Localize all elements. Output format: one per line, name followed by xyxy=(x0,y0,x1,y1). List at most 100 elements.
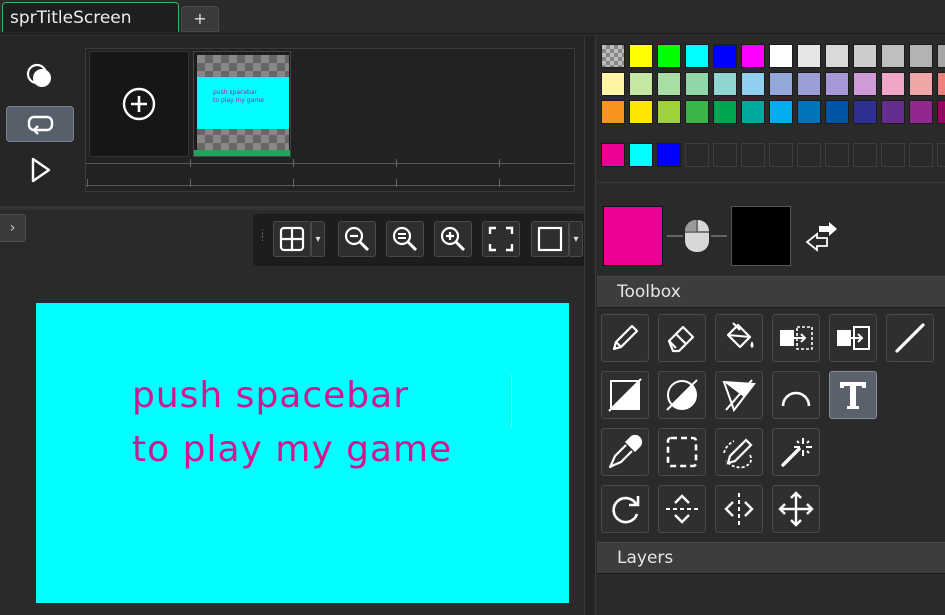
eyedropper-tool[interactable] xyxy=(601,428,649,476)
add-frame-button[interactable] xyxy=(89,51,189,157)
primary-color-swatch[interactable] xyxy=(603,206,663,266)
palette-swatch[interactable] xyxy=(601,143,625,167)
palette-swatch[interactable] xyxy=(629,72,653,96)
tab-sprite-editor[interactable]: sprTitleScreen xyxy=(2,2,179,32)
add-tab-button[interactable]: + xyxy=(181,6,219,32)
palette-swatch[interactable] xyxy=(629,100,653,124)
toolbox-header[interactable]: Toolbox xyxy=(597,276,945,308)
palette-swatch[interactable] xyxy=(685,44,709,68)
palette-swatch[interactable] xyxy=(769,100,793,124)
palette-swatch[interactable] xyxy=(853,72,877,96)
palette-swatch[interactable] xyxy=(909,100,933,124)
copy-selection-tool[interactable] xyxy=(772,314,820,362)
palette-swatch[interactable] xyxy=(853,100,877,124)
palette-swatch[interactable] xyxy=(601,72,625,96)
fit-screen-button[interactable] xyxy=(482,221,520,257)
line-tool[interactable] xyxy=(886,314,934,362)
empty-custom-swatch[interactable] xyxy=(797,143,821,167)
empty-custom-swatch[interactable] xyxy=(741,143,765,167)
palette-swatch[interactable] xyxy=(713,100,737,124)
palette-swatch[interactable] xyxy=(937,72,945,96)
empty-custom-swatch[interactable] xyxy=(937,143,945,167)
fill-tool[interactable] xyxy=(715,314,763,362)
palette-swatch[interactable] xyxy=(881,72,905,96)
sprite-canvas[interactable]: push spacebar to play my game xyxy=(36,303,569,603)
palette-swatch[interactable] xyxy=(657,72,681,96)
palette-swatch[interactable] xyxy=(909,44,933,68)
palette-swatch[interactable] xyxy=(881,100,905,124)
empty-custom-swatch[interactable] xyxy=(853,143,877,167)
background-options-dropdown[interactable]: ▾ xyxy=(569,221,583,257)
magic-wand-tool[interactable] xyxy=(772,428,820,476)
palette-swatch[interactable] xyxy=(853,44,877,68)
empty-custom-swatch[interactable] xyxy=(881,143,905,167)
frame-strip: push spacebar to play my game xyxy=(85,48,575,192)
arc-tool[interactable] xyxy=(772,371,820,419)
palette-swatch[interactable] xyxy=(601,100,625,124)
empty-custom-swatch[interactable] xyxy=(685,143,709,167)
expand-panel-button[interactable]: › xyxy=(0,214,26,242)
timeline[interactable] xyxy=(86,157,574,191)
onion-skin-button[interactable] xyxy=(6,58,74,94)
text-tool[interactable] xyxy=(829,371,877,419)
palette-swatch[interactable] xyxy=(825,72,849,96)
rotate-tool[interactable] xyxy=(601,485,649,533)
palette-swatch[interactable] xyxy=(713,72,737,96)
move-tool[interactable] xyxy=(772,485,820,533)
empty-custom-swatch[interactable] xyxy=(713,143,737,167)
palette-swatch[interactable] xyxy=(657,44,681,68)
rectangle-tool[interactable] xyxy=(601,371,649,419)
palette-swatch[interactable] xyxy=(825,100,849,124)
pencil-tool[interactable] xyxy=(601,314,649,362)
secondary-color-swatch[interactable] xyxy=(731,206,791,266)
toolbar-grip-icon[interactable]: ⋮ ⋮ xyxy=(258,230,267,246)
panel-splitter[interactable] xyxy=(584,36,596,615)
palette-swatch[interactable] xyxy=(713,44,737,68)
palette-swatch[interactable] xyxy=(769,44,793,68)
palette-swatch[interactable] xyxy=(937,100,945,124)
empty-custom-swatch[interactable] xyxy=(825,143,849,167)
palette-swatch[interactable] xyxy=(741,72,765,96)
palette-swatch[interactable] xyxy=(741,44,765,68)
canvas-area[interactable]: push spacebar to play my game xyxy=(0,246,584,615)
palette-swatch[interactable] xyxy=(937,44,945,68)
lasso-select-tool[interactable] xyxy=(715,428,763,476)
polygon-tool[interactable] xyxy=(715,371,763,419)
layers-header[interactable]: Layers xyxy=(597,542,945,574)
flip-vertical-tool[interactable] xyxy=(658,485,706,533)
loop-button[interactable] xyxy=(6,106,74,142)
palette-swatch[interactable] xyxy=(685,100,709,124)
frame-thumbnail[interactable]: push spacebar to play my game xyxy=(193,51,291,157)
empty-custom-swatch[interactable] xyxy=(909,143,933,167)
palette-swatch[interactable] xyxy=(909,72,933,96)
zoom-out-button[interactable] xyxy=(338,221,376,257)
eraser-tool[interactable] xyxy=(658,314,706,362)
palette-swatch[interactable] xyxy=(629,44,653,68)
panel-divider[interactable] xyxy=(0,206,584,210)
palette-swatch[interactable] xyxy=(741,100,765,124)
grid-options-dropdown[interactable]: ▾ xyxy=(311,221,325,257)
palette-swatch[interactable] xyxy=(797,100,821,124)
palette-swatch[interactable] xyxy=(797,72,821,96)
palette-swatch[interactable] xyxy=(797,44,821,68)
palette-swatch[interactable] xyxy=(769,72,793,96)
palette-swatch[interactable] xyxy=(881,44,905,68)
flip-horizontal-tool[interactable] xyxy=(715,485,763,533)
palette-swatch[interactable] xyxy=(629,143,653,167)
ellipse-tool[interactable] xyxy=(658,371,706,419)
rectangle-select-tool[interactable] xyxy=(658,428,706,476)
background-toggle-button[interactable] xyxy=(531,221,569,257)
palette-swatch[interactable] xyxy=(657,100,681,124)
transparent-swatch[interactable] xyxy=(601,44,625,68)
swap-colors-button[interactable] xyxy=(803,220,843,254)
palette-swatch[interactable] xyxy=(825,44,849,68)
play-button[interactable] xyxy=(6,152,74,188)
palette-swatch[interactable] xyxy=(657,143,681,167)
empty-custom-swatch[interactable] xyxy=(769,143,793,167)
zoom-reset-button[interactable] xyxy=(386,221,424,257)
zoom-in-button[interactable] xyxy=(434,221,472,257)
grid-toggle-button[interactable] xyxy=(273,221,311,257)
palette-swatch[interactable] xyxy=(685,72,709,96)
paste-selection-tool[interactable] xyxy=(829,314,877,362)
palette-divider xyxy=(597,182,945,183)
